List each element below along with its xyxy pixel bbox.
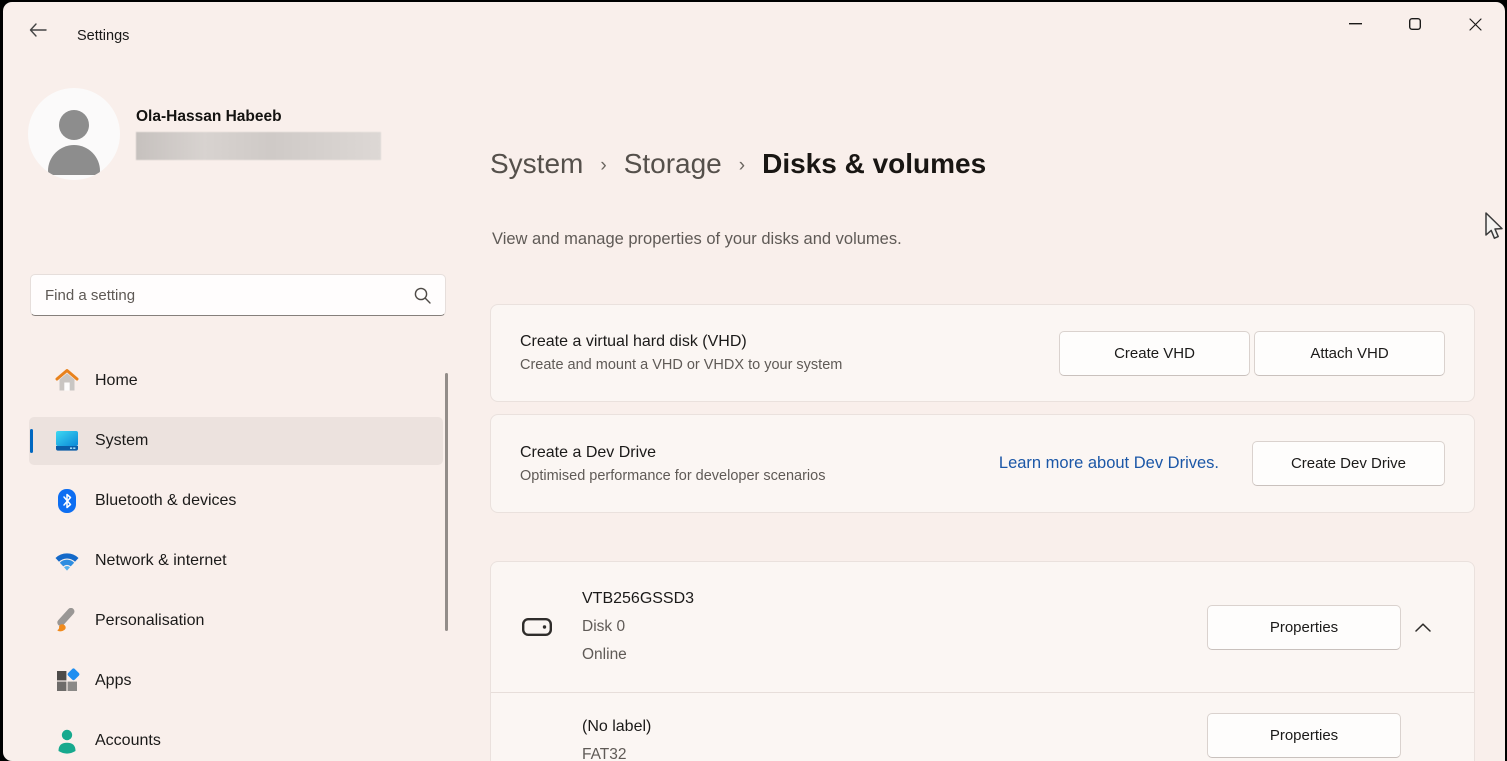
volume-row: (No label) FAT32 Healthy EFI system part…: [491, 693, 1474, 761]
sidebar-item-label: Personalisation: [95, 612, 204, 630]
vhd-card-title: Create a virtual hard disk (VHD): [520, 333, 1059, 351]
volume-filesystem: FAT32: [582, 741, 1207, 761]
disk-name: VTB256GSSD3: [582, 585, 1207, 613]
sidebar-item-bluetooth-devices[interactable]: Bluetooth & devices: [29, 477, 443, 525]
sidebar-item-label: Apps: [95, 672, 131, 690]
sidebar-item-network-internet[interactable]: Network & internet: [29, 537, 443, 585]
create-dev-drive-button[interactable]: Create Dev Drive: [1252, 441, 1445, 486]
dev-drive-card: Create a Dev Drive Optimised performance…: [490, 414, 1475, 513]
sidebar-item-label: Accounts: [95, 732, 161, 750]
system-icon: [53, 427, 81, 455]
disk-collapse-button[interactable]: [1401, 605, 1445, 649]
disk-drive-icon: [520, 610, 554, 644]
page-subtitle: View and manage properties of your disks…: [492, 230, 902, 249]
disk-header-row: VTB256GSSD3 Disk 0 Online Properties: [491, 562, 1474, 692]
disk-properties-button[interactable]: Properties: [1207, 605, 1401, 650]
sidebar-item-label: System: [95, 432, 148, 450]
chevron-up-icon: [1415, 623, 1431, 632]
sidebar-scrollbar[interactable]: [445, 373, 448, 631]
dev-drive-card-description: Optimised performance for developer scen…: [520, 468, 999, 484]
accounts-icon: [53, 727, 81, 755]
personalisation-icon: [53, 607, 81, 635]
page-title: Disks & volumes: [762, 148, 986, 180]
breadcrumb-storage[interactable]: Storage: [624, 148, 722, 180]
close-icon: [1469, 18, 1482, 31]
search-box[interactable]: [30, 274, 446, 316]
apps-icon: [53, 667, 81, 695]
vhd-card-description: Create and mount a VHD or VHDX to your s…: [520, 357, 1059, 373]
disk-status: Online: [582, 641, 1207, 669]
minimize-icon: [1349, 23, 1362, 25]
back-arrow-icon: [29, 23, 47, 37]
window-controls: [1325, 2, 1505, 46]
bluetooth-icon: [53, 487, 81, 515]
disk-number: Disk 0: [582, 613, 1207, 641]
search-icon: [414, 287, 431, 304]
sidebar-item-accounts[interactable]: Accounts: [29, 717, 443, 761]
avatar: [28, 88, 120, 180]
sidebar: Ola-Hassan Habeeb: [3, 58, 463, 761]
main-content: System › Storage › Disks & volumes View …: [463, 58, 1505, 761]
sidebar-item-apps[interactable]: Apps: [29, 657, 443, 705]
close-button[interactable]: [1445, 2, 1505, 46]
volume-label: (No label): [582, 713, 1207, 741]
volume-properties-button[interactable]: Properties: [1207, 713, 1401, 758]
disk-card: VTB256GSSD3 Disk 0 Online Properties (No: [490, 561, 1475, 761]
dev-drive-learn-more-link[interactable]: Learn more about Dev Drives.: [999, 454, 1219, 473]
minimize-button[interactable]: [1325, 2, 1385, 46]
sidebar-item-system[interactable]: System: [29, 417, 443, 465]
create-vhd-button[interactable]: Create VHD: [1059, 331, 1250, 376]
maximize-button[interactable]: [1385, 2, 1445, 46]
breadcrumb: System › Storage › Disks & volumes: [490, 148, 986, 180]
network-icon: [53, 547, 81, 575]
breadcrumb-separator: ›: [600, 155, 606, 177]
titlebar: Settings: [3, 2, 1505, 58]
sidebar-nav: Home System: [29, 357, 443, 761]
user-name: Ola-Hassan Habeeb: [136, 108, 381, 126]
vhd-card: Create a virtual hard disk (VHD) Create …: [490, 304, 1475, 402]
attach-vhd-button[interactable]: Attach VHD: [1254, 331, 1445, 376]
back-button[interactable]: [20, 14, 56, 46]
sidebar-item-label: Home: [95, 372, 138, 390]
maximize-icon: [1409, 18, 1421, 30]
search-input[interactable]: [31, 287, 414, 304]
sidebar-item-label: Network & internet: [95, 552, 227, 570]
breadcrumb-system[interactable]: System: [490, 148, 583, 180]
sidebar-item-personalisation[interactable]: Personalisation: [29, 597, 443, 645]
user-email-redacted: [136, 132, 381, 160]
sidebar-item-home[interactable]: Home: [29, 357, 443, 405]
app-title: Settings: [77, 28, 129, 44]
home-icon: [53, 367, 81, 395]
avatar-person-icon: [59, 110, 89, 140]
dev-drive-card-title: Create a Dev Drive: [520, 444, 999, 462]
user-profile[interactable]: Ola-Hassan Habeeb: [28, 88, 381, 180]
breadcrumb-separator: ›: [739, 155, 745, 177]
sidebar-item-label: Bluetooth & devices: [95, 492, 236, 510]
settings-window: Settings: [3, 2, 1505, 761]
